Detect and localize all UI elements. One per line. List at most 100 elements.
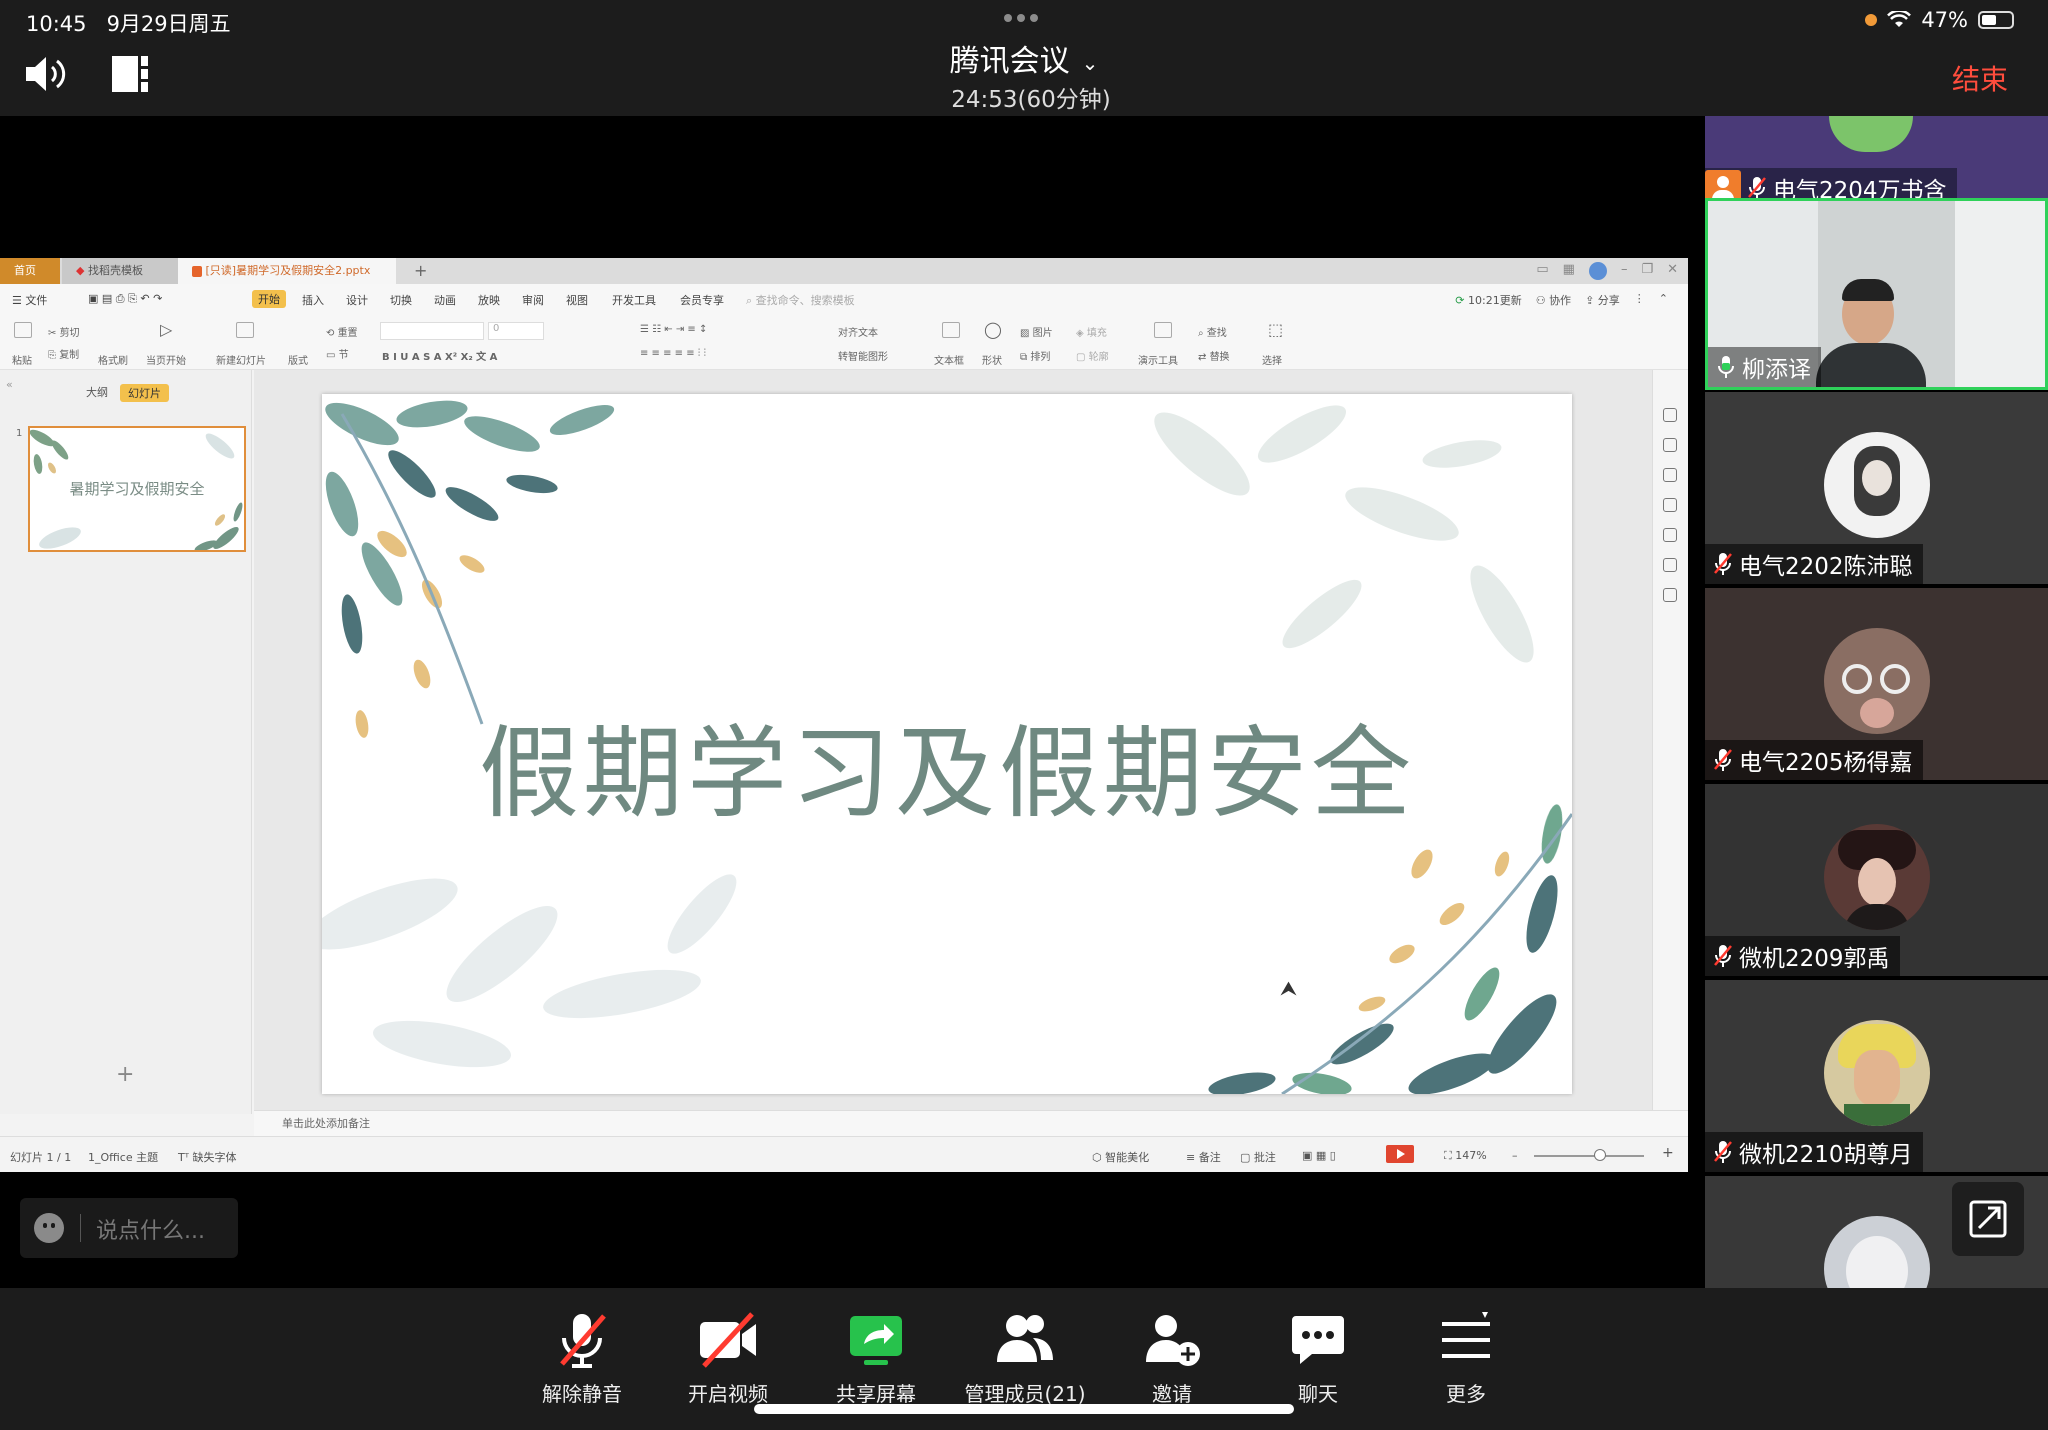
start-video-button[interactable]: 开启视频: [658, 1310, 798, 1407]
section-button[interactable]: ▭ 节: [326, 346, 349, 361]
home-indicator[interactable]: [754, 1404, 1294, 1414]
menu-member[interactable]: 会员专享: [680, 292, 724, 308]
font-name-select[interactable]: [380, 322, 484, 340]
select-icon[interactable]: ⬚: [1268, 320, 1283, 339]
paste-label[interactable]: 粘贴: [12, 352, 32, 367]
gallery-icon[interactable]: [1663, 528, 1677, 542]
slide-title[interactable]: 假期学习及假期安全: [322, 692, 1572, 837]
expand-button[interactable]: [1952, 1182, 2024, 1256]
property-icon[interactable]: [1663, 408, 1677, 422]
zoom-in-icon[interactable]: +: [1662, 1145, 1674, 1161]
menu-devtools[interactable]: 开发工具: [612, 292, 656, 308]
menu-file[interactable]: ☰ 文件: [12, 292, 47, 308]
notes-toggle[interactable]: ≡ 备注: [1186, 1149, 1221, 1165]
font-size-select[interactable]: 0: [488, 322, 544, 340]
tab-outline[interactable]: 大纲: [86, 384, 108, 402]
book-icon[interactable]: [1663, 588, 1677, 602]
reset-button[interactable]: ⟲ 重置: [326, 324, 358, 339]
shape-label[interactable]: 形状: [982, 352, 1002, 367]
current-slide[interactable]: 假期学习及假期安全 ⮝: [322, 394, 1572, 1094]
new-slide-label[interactable]: 新建幻灯片: [216, 352, 266, 367]
picture-button[interactable]: ▨ 图片: [1020, 324, 1053, 339]
menu-slideshow[interactable]: 放映: [478, 292, 500, 308]
menu-start[interactable]: 开始: [252, 290, 286, 308]
transition-icon[interactable]: [1663, 498, 1677, 512]
view-mode-icons[interactable]: ▣ ▦ ▯: [1302, 1149, 1336, 1162]
chat-button[interactable]: 聊天: [1248, 1310, 1388, 1407]
menu-insert[interactable]: 插入: [302, 292, 324, 308]
menu-transition[interactable]: 切换: [390, 292, 412, 308]
add-slide-button[interactable]: +: [116, 1062, 134, 1087]
emoji-icon[interactable]: [34, 1213, 64, 1243]
copy-button[interactable]: ⎘ 复制: [48, 346, 79, 361]
align-icons[interactable]: ≡ ≡ ≡ ≡ ≡ ⫶ ⫶: [640, 348, 706, 359]
participant-tile[interactable]: 电气2202陈沛聪: [1705, 392, 2048, 584]
menu-view[interactable]: 视图: [566, 292, 588, 308]
tab-template[interactable]: ◆ 找稻壳模板: [62, 258, 178, 284]
settings-icon[interactable]: [1663, 438, 1677, 452]
share-doc-button[interactable]: ⇪ 分享: [1585, 292, 1620, 308]
multitask-dots-icon[interactable]: [1004, 14, 1038, 22]
chat-input-box[interactable]: 说点什么...: [20, 1198, 238, 1258]
restore-icon[interactable]: ❐: [1641, 262, 1653, 280]
tab-slides[interactable]: 幻灯片: [120, 384, 169, 402]
end-meeting-button[interactable]: 结束: [1952, 58, 2008, 98]
participant-tile[interactable]: 电气2205杨得嘉: [1705, 588, 2048, 780]
list-icons[interactable]: ☰ ☷ ⇤ ⇥ ≡ ↕: [640, 324, 707, 335]
more-button[interactable]: 更多: [1396, 1310, 1536, 1407]
play-from-current-icon[interactable]: ▷: [160, 320, 172, 339]
layout-icon[interactable]: ▭: [1536, 262, 1548, 280]
collapse-ribbon-icon[interactable]: ⌃: [1659, 292, 1668, 308]
arrange-button[interactable]: ⧉ 排列: [1020, 348, 1050, 363]
menu-review[interactable]: 审阅: [522, 292, 544, 308]
share-screen-button[interactable]: 共享屏幕: [806, 1310, 946, 1407]
minimize-icon[interactable]: –: [1621, 262, 1628, 280]
participant-tile-active[interactable]: 柳添译: [1705, 198, 2048, 390]
notes-area[interactable]: 单击此处添加备注: [254, 1110, 1688, 1136]
textbox-icon[interactable]: [942, 322, 960, 338]
grid-icon[interactable]: ▦: [1563, 262, 1575, 280]
smart-beautify-button[interactable]: ⬡ 智能美化: [1092, 1149, 1149, 1165]
participant-tile[interactable]: 电气2204万书含: [1705, 116, 2048, 208]
tab-home[interactable]: 首页: [0, 258, 60, 284]
tab-document[interactable]: [只读]暑期学习及假期安全2.pptx ×: [178, 258, 396, 303]
presentation-tools-label[interactable]: 演示工具: [1138, 352, 1178, 367]
collapse-panel-icon[interactable]: «: [6, 378, 13, 391]
align-text-button[interactable]: 对齐文本: [838, 324, 878, 339]
participant-tile[interactable]: 微机2210胡尊月: [1705, 980, 2048, 1172]
more-icon[interactable]: ⋮: [1634, 292, 1645, 308]
play-slideshow-button[interactable]: [1386, 1145, 1414, 1163]
location-icon[interactable]: [1663, 558, 1677, 572]
invite-button[interactable]: 邀请: [1102, 1310, 1242, 1407]
comments-toggle[interactable]: ▢ 批注: [1240, 1149, 1276, 1165]
format-painter-button[interactable]: 格式刷: [98, 352, 128, 367]
font-format-icons[interactable]: B I U A S A X² X₂ 文 A: [382, 348, 497, 363]
slide-thumbnail[interactable]: 暑期学习及假期安全: [28, 426, 246, 552]
find-button[interactable]: ⌕ 查找: [1198, 324, 1227, 339]
layout-button[interactable]: 版式: [288, 352, 308, 367]
animation-icon[interactable]: [1663, 468, 1677, 482]
smartart-button[interactable]: 转智能图形: [838, 348, 888, 363]
zoom-level[interactable]: ⛶ 147%: [1444, 1149, 1487, 1163]
menu-design[interactable]: 设计: [346, 292, 368, 308]
avatar[interactable]: [1588, 262, 1607, 280]
participant-tile[interactable]: 微机2209郭禹: [1705, 784, 2048, 976]
manage-members-button[interactable]: 管理成员(21): [954, 1310, 1096, 1407]
zoom-out-icon[interactable]: –: [1512, 1149, 1518, 1162]
new-slide-icon[interactable]: [236, 322, 254, 338]
shape-icon[interactable]: ◯: [984, 320, 1002, 339]
menu-animation[interactable]: 动画: [434, 292, 456, 308]
zoom-slider-handle[interactable]: [1594, 1149, 1606, 1161]
zoom-slider[interactable]: [1534, 1155, 1644, 1157]
select-label[interactable]: 选择: [1262, 352, 1282, 367]
quick-access-icons[interactable]: ▣ ▤ ⎙ ⎘ ↶ ↷: [88, 292, 162, 306]
outline-button[interactable]: ▢ 轮廓: [1076, 348, 1109, 363]
meeting-title[interactable]: 腾讯会议 ⌄: [0, 36, 2048, 80]
collab-button[interactable]: ⚇ 协作: [1536, 292, 1571, 308]
unmute-button[interactable]: 解除静音: [512, 1310, 652, 1407]
missing-font-button[interactable]: Tᵀ 缺失字体: [178, 1149, 236, 1165]
theme-name[interactable]: 1_Office 主题: [88, 1149, 158, 1165]
new-tab-button[interactable]: +: [400, 258, 441, 284]
close-icon[interactable]: ✕: [1667, 262, 1678, 280]
textbox-label[interactable]: 文本框: [934, 352, 964, 367]
